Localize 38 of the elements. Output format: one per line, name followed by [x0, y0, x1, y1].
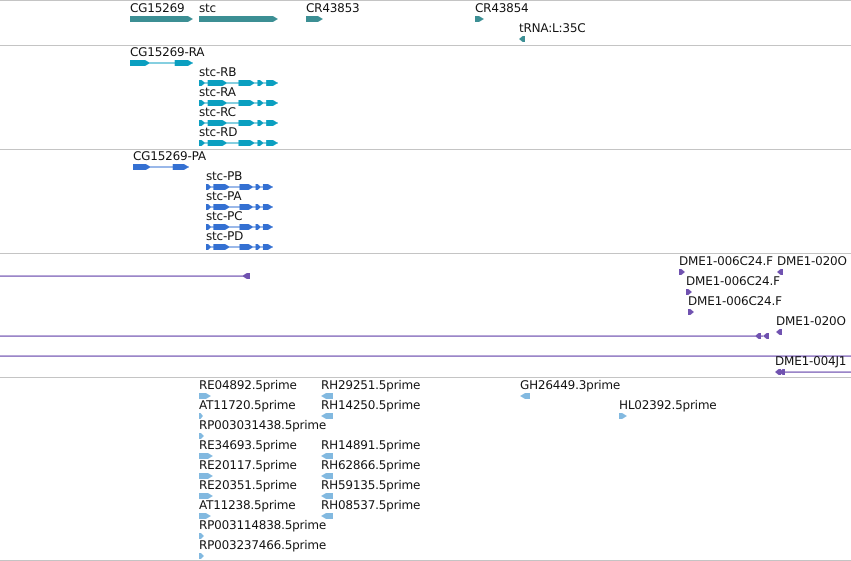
- feature-label[interactable]: stc-PD: [206, 230, 244, 243]
- feature-label[interactable]: AT11238.5prime: [199, 499, 296, 512]
- feature-label[interactable]: DME1-020O: [776, 315, 846, 328]
- feature-label[interactable]: DME1-004J1: [775, 355, 846, 368]
- feature-label[interactable]: GH26449.3prime: [520, 379, 620, 392]
- feature-label[interactable]: RH59135.5prime: [321, 479, 420, 492]
- feature-label[interactable]: stc-PB: [206, 170, 242, 183]
- feature-label[interactable]: RP003237466.5prime: [199, 539, 326, 552]
- feature-label[interactable]: RP003114838.5prime: [199, 519, 326, 532]
- feature-label[interactable]: RH29251.5prime: [321, 379, 420, 392]
- feature-label[interactable]: stc-RC: [199, 106, 236, 119]
- feature-label[interactable]: RP003031438.5prime: [199, 419, 326, 432]
- feature-label[interactable]: stc-RD: [199, 126, 238, 139]
- feature-label[interactable]: RE34693.5prime: [199, 439, 297, 452]
- feature-label[interactable]: stc: [199, 2, 216, 15]
- feature-label[interactable]: RE20117.5prime: [199, 459, 297, 472]
- feature-label[interactable]: CR43853: [306, 2, 360, 15]
- feature-label[interactable]: DME1-020O: [777, 255, 847, 268]
- feature-label[interactable]: DME1-006C24.F: [688, 295, 782, 308]
- feature-label[interactable]: RE04892.5prime: [199, 379, 297, 392]
- feature-label[interactable]: DME1-006C24.F: [686, 275, 780, 288]
- feature-label[interactable]: CG15269-RA: [130, 46, 204, 59]
- feature-label[interactable]: AT11720.5prime: [199, 399, 296, 412]
- feature-label[interactable]: RH14250.5prime: [321, 399, 420, 412]
- feature-label[interactable]: RH14891.5prime: [321, 439, 420, 452]
- feature-label[interactable]: RH62866.5prime: [321, 459, 420, 472]
- feature-label[interactable]: tRNA:L:35C: [519, 22, 586, 35]
- feature-label[interactable]: HL02392.5prime: [619, 399, 716, 412]
- feature-label[interactable]: stc-RB: [199, 66, 236, 79]
- feature-label[interactable]: CR43854: [475, 2, 528, 15]
- feature-label[interactable]: RE20351.5prime: [199, 479, 297, 492]
- feature-label[interactable]: CG15269: [130, 2, 184, 15]
- feature-label[interactable]: stc-PC: [206, 210, 242, 223]
- feature-label[interactable]: stc-PA: [206, 190, 242, 203]
- feature-label[interactable]: RH08537.5prime: [321, 499, 420, 512]
- feature-label[interactable]: stc-RA: [199, 86, 236, 99]
- feature-label[interactable]: CG15269-PA: [133, 150, 206, 163]
- feature-label[interactable]: DME1-006C24.F: [679, 255, 773, 268]
